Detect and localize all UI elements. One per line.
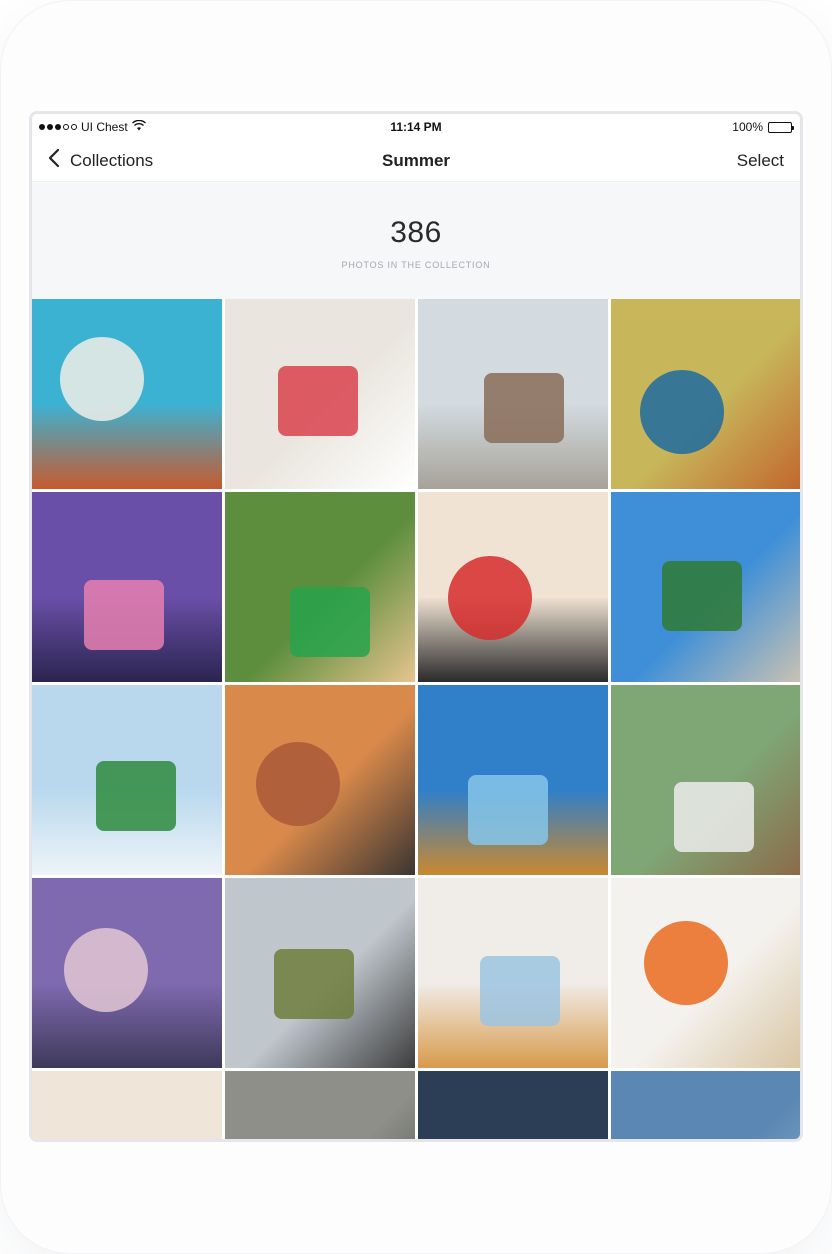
photo-image [225,299,415,489]
photo-image [32,878,222,1068]
photo-image [225,492,415,682]
navigation-bar: Collections Summer Select [32,140,800,182]
photo-thumbnail-blue-sky-autumn-tree[interactable] [611,1071,800,1139]
photo-thumbnail-mountain-road-red-car[interactable] [225,878,415,1068]
phone-screen: UI Chest 11:14 PM 100% Collections Summe… [29,111,803,1142]
photo-image [32,685,222,875]
collection-summary: 386 PHOTOS IN THE COLLECTION [32,182,800,299]
photo-image [418,1071,608,1139]
photo-thumbnail-aerial-city-street[interactable] [225,1071,415,1139]
photo-image [611,1071,800,1139]
battery-icon [768,121,794,133]
photo-image [418,878,608,1068]
photo-thumbnail-park-garden-chairs[interactable] [611,492,800,682]
photo-grid [32,299,800,1139]
photo-count: 386 [390,216,442,249]
photo-image [611,685,800,875]
photo-image [611,492,800,682]
status-time: 11:14 PM [390,120,442,134]
status-bar: UI Chest 11:14 PM 100% [32,114,800,140]
photo-thumbnail-camera-coffee-dictionary[interactable] [418,492,608,682]
photo-thumbnail-snowy-mountain-aerial[interactable] [418,1071,608,1139]
photo-thumbnail-drinks-grapefruit[interactable] [32,1071,222,1139]
battery-percentage: 100% [732,120,763,134]
photo-thumbnail-woman-selfie-by-pool[interactable] [32,299,222,489]
photo-image [32,299,222,489]
page-title: Summer [381,151,451,170]
photo-thumbnail-greenhouse-door[interactable] [611,685,800,875]
photo-thumbnail-couple-city-sunset[interactable] [225,685,415,875]
photo-thumbnail-snow-monkeys-hot-spring[interactable] [418,299,608,489]
photo-image [611,299,800,489]
photo-thumbnail-lifeguard-tower[interactable] [611,878,800,1068]
photo-thumbnail-kids-playing-outdoors[interactable] [225,492,415,682]
status-right: 100% [732,120,794,134]
photo-image [225,1071,415,1139]
photo-thumbnail-sunset-lake-reflection[interactable] [32,492,222,682]
photo-thumbnail-bridge-purple-sky[interactable] [32,878,222,1068]
photo-thumbnail-beach-bench-striped-awning[interactable] [225,299,415,489]
photo-image [418,299,608,489]
photo-thumbnail-green-truck-snow[interactable] [32,685,222,875]
select-button[interactable]: Select [737,151,784,171]
photo-image [225,685,415,875]
photo-thumbnail-kingfisher-bird[interactable] [611,299,800,489]
photo-image [225,878,415,1068]
photo-image [32,1071,222,1139]
photo-image [611,878,800,1068]
photo-thumbnail-woman-breakfast-bed[interactable] [418,878,608,1068]
photo-thumbnail-pineapple-ocean[interactable] [418,685,608,875]
photo-image [418,492,608,682]
photo-image [32,492,222,682]
photo-image [418,685,608,875]
photo-count-caption: PHOTOS IN THE COLLECTION [341,260,491,270]
